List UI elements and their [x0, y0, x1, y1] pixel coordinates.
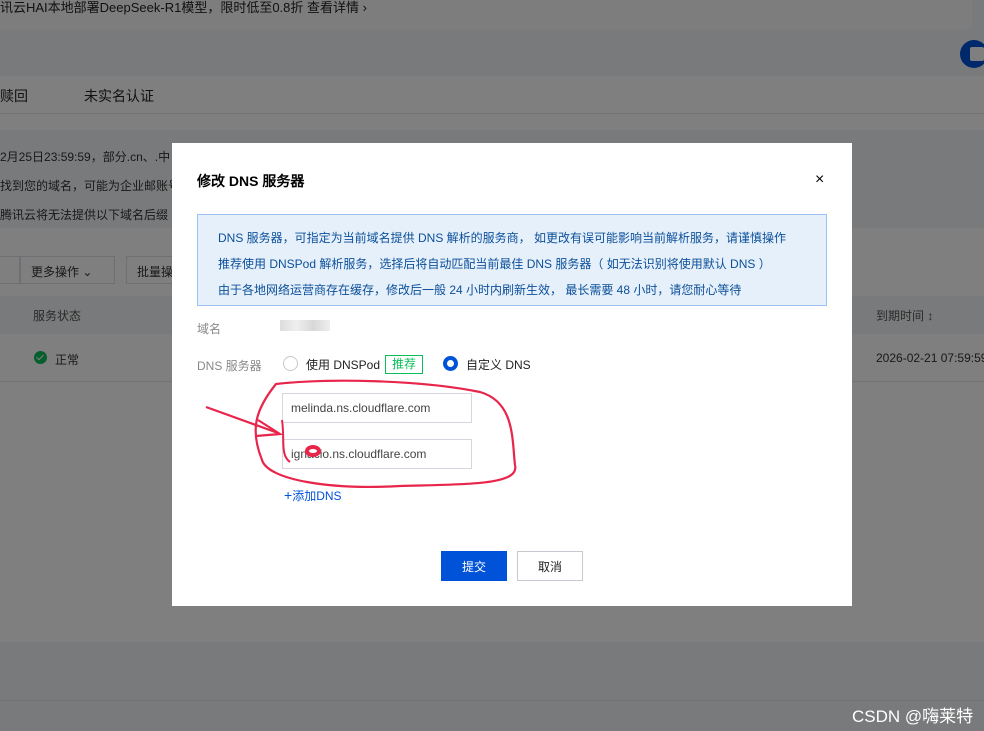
info-line: DNS 服务器，可指定为当前域名提供 DNS 解析的服务商， 如更改有误可能影响… — [218, 231, 787, 245]
domain-value-redacted — [280, 320, 330, 331]
radio-dnspod[interactable] — [283, 356, 298, 371]
plus-icon: + — [284, 487, 293, 503]
radio-custom-dns-label[interactable]: 自定义 DNS — [466, 356, 531, 373]
dialog-title: 修改 DNS 服务器 — [197, 173, 305, 189]
modify-dns-dialog: 修改 DNS 服务器 × DNS 服务器，可指定为当前域名提供 DNS 解析的服… — [172, 143, 852, 606]
submit-button[interactable]: 提交 — [441, 551, 507, 581]
recommend-tag: 推荐 — [385, 355, 424, 374]
radio-dnspod-label[interactable]: 使用 DNSPod — [306, 356, 380, 373]
info-line: 由于各地网络运营商存在缓存，修改后一般 24 小时内刷新生效， 最长需要 48 … — [218, 283, 742, 297]
info-line: 推荐使用 DNSPod 解析服务，选择后将自动匹配当前最佳 DNS 服务器（ 如… — [218, 257, 771, 271]
add-dns-button[interactable]: +添加DNS — [284, 487, 342, 504]
radio-custom-dns[interactable] — [443, 356, 458, 371]
close-icon[interactable]: × — [815, 172, 827, 188]
watermark: CSDN @嗨莱特 — [852, 707, 974, 726]
dns-input-2[interactable] — [282, 439, 472, 469]
dns-server-label: DNS 服务器 — [197, 359, 262, 373]
cancel-button[interactable]: 取消 — [517, 551, 583, 581]
domain-label: 域名 — [197, 322, 222, 336]
dns-input-1[interactable] — [282, 393, 472, 423]
info-alert: DNS 服务器，可指定为当前域名提供 DNS 解析的服务商， 如更改有误可能影响… — [197, 214, 827, 306]
